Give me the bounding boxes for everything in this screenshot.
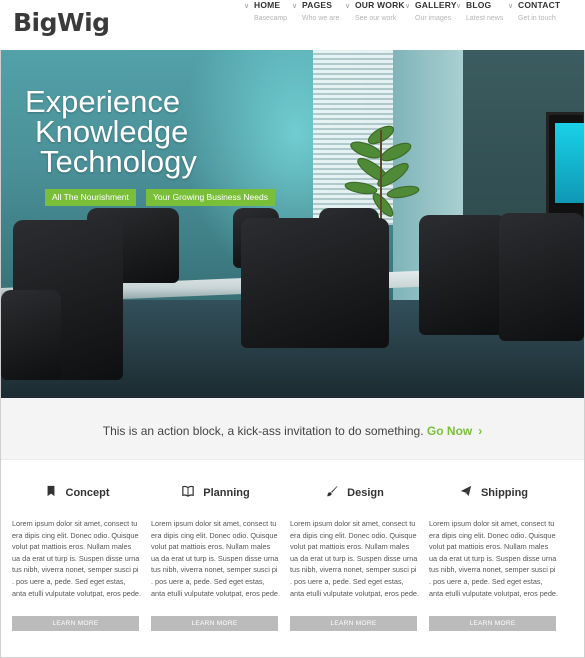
feature-text: Lorem ipsum dolor sit amet, consect tu e… [12, 519, 141, 598]
feature-text: Lorem ipsum dolor sit amet, consect tu e… [429, 519, 558, 598]
feature-title: Shipping [480, 486, 529, 499]
nav-sublabel: Latest news [466, 15, 504, 22]
site-header: BigWig ∨ HOME Basecamp ∨ PAGES Who we ar… [0, 0, 585, 50]
hero-title-line: Knowledge [35, 114, 189, 149]
feature-title: Design [347, 486, 384, 499]
hero-title: Experience Knowledge Technology [25, 84, 197, 179]
feature-header: Shipping [429, 484, 558, 504]
nav-label: OUR WORK [355, 0, 405, 10]
chevron-down-icon: ∨ [405, 3, 411, 10]
learn-more-button[interactable]: LEARN MORE [151, 616, 278, 631]
chevron-down-icon: ∨ [244, 3, 250, 10]
nav-label: PAGES [302, 0, 333, 10]
feature-header: Design [290, 484, 419, 504]
hero-banner: Experience Knowledge Technology All The … [1, 50, 584, 398]
chevron-down-icon: ∨ [508, 3, 514, 10]
action-line: This is an action block, a kick-ass invi… [1, 424, 584, 438]
book-icon [182, 485, 195, 497]
chair-image [419, 215, 507, 335]
feature-design: Design Lorem ipsum dolor sit amet, conse… [290, 484, 419, 631]
nav-label: GALLERY [415, 0, 457, 10]
action-block: This is an action block, a kick-ass invi… [1, 398, 584, 460]
feature-title: Concept [65, 486, 110, 499]
feature-header: Planning [151, 484, 280, 504]
feature-title: Planning [203, 486, 250, 499]
nav-label: CONTACT [518, 0, 561, 10]
chair-image [1, 290, 61, 380]
feature-text: Lorem ipsum dolor sit amet, consect tu e… [151, 519, 280, 598]
nav-item-our-work[interactable]: ∨ OUR WORK See our work [345, 0, 405, 30]
hero-title-line: Technology [40, 144, 197, 179]
feature-header: Concept [12, 484, 141, 504]
chevron-right-icon[interactable]: › [478, 424, 482, 438]
nav-sublabel: Who we are [302, 15, 340, 22]
go-now-link[interactable]: Go Now [427, 424, 472, 438]
nav-item-blog[interactable]: ∨ BLOG Latest news [456, 0, 504, 30]
learn-more-button[interactable]: LEARN MORE [12, 616, 139, 631]
nav-item-home[interactable]: ∨ HOME Basecamp [244, 0, 288, 30]
chair-image [241, 218, 389, 348]
brush-icon [327, 485, 338, 496]
nav-item-pages[interactable]: ∨ PAGES Who we are [292, 0, 340, 30]
nav-sublabel: See our work [355, 15, 397, 22]
bookmark-icon [47, 485, 54, 496]
hero-button-business[interactable]: Your Growing Business Needs [146, 189, 275, 206]
nav-label: HOME [254, 0, 281, 10]
site-logo[interactable]: BigWig [13, 8, 110, 37]
chevron-down-icon: ∨ [345, 3, 351, 10]
nav-item-gallery[interactable]: ∨ GALLERY Our images [405, 0, 457, 30]
chevron-down-icon: ∨ [292, 3, 298, 10]
action-text: This is an action block, a kick-ass invi… [102, 424, 424, 438]
nav-sublabel: Our images [415, 15, 452, 22]
learn-more-button[interactable]: LEARN MORE [429, 616, 556, 631]
feature-shipping: Shipping Lorem ipsum dolor sit amet, con… [429, 484, 558, 631]
chair-image [499, 213, 584, 341]
hero-title-line: Experience [25, 84, 181, 119]
hero-button-nourishment[interactable]: All The Nourishment [45, 189, 136, 206]
nav-sublabel: Basecamp [254, 15, 288, 22]
paper-plane-icon [460, 485, 472, 496]
nav-sublabel: Get in touch [518, 15, 556, 22]
learn-more-button[interactable]: LEARN MORE [290, 616, 417, 631]
nav-label: BLOG [466, 0, 492, 10]
nav-item-contact[interactable]: ∨ CONTACT Get in touch [508, 0, 561, 30]
chevron-down-icon: ∨ [456, 3, 462, 10]
feature-concept: Concept Lorem ipsum dolor sit amet, cons… [12, 484, 141, 631]
feature-planning: Planning Lorem ipsum dolor sit amet, con… [151, 484, 280, 631]
feature-text: Lorem ipsum dolor sit amet, consect tu e… [290, 519, 419, 598]
